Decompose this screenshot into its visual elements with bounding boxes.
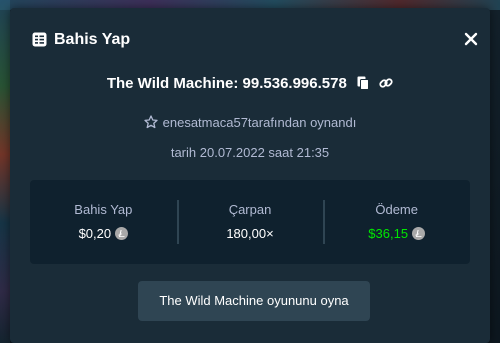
bet-value-row: $0,20: [30, 226, 177, 242]
game-title-row: The Wild Machine: 99.536.996.578: [10, 74, 490, 96]
multiplier-label: Çarpan: [228, 202, 272, 217]
stat-multiplier: Çarpan 180,00×: [176, 180, 324, 264]
link-icon[interactable]: [379, 76, 393, 96]
multiplier-value: 180,00×: [226, 226, 274, 241]
bet-slip-icon: [32, 32, 47, 47]
modal-header: Bahis Yap: [10, 8, 490, 72]
play-game-button[interactable]: The Wild Machine oyununu oyna: [138, 281, 370, 321]
player-username[interactable]: enesatmaca57: [163, 115, 248, 130]
bet-amount: $0,20: [78, 226, 112, 241]
player-row: enesatmaca57tarafından oynandı: [10, 114, 490, 134]
bet-stats-panel: Bahis Yap $0,20 Çarpan 180,00× Ödeme $36…: [30, 180, 470, 264]
payout-value-row: $36,15: [323, 226, 470, 242]
player-suffix: tarafından oynandı: [247, 115, 357, 130]
bet-details-modal: Bahis Yap The Wild Machine: 99.536.996.5…: [10, 8, 490, 343]
payout-label: Ödeme: [375, 202, 418, 217]
payout-amount: $36,15: [368, 226, 409, 241]
game-name-and-bet-id: The Wild Machine: 99.536.996.578: [106, 75, 347, 92]
bet-date: tarih 20.07.2022 saat 21:35: [170, 145, 330, 160]
star-icon: [143, 115, 158, 134]
modal-title: Bahis Yap: [54, 31, 131, 48]
background-game-thumbnails-left: [0, 0, 10, 343]
close-icon[interactable]: [464, 32, 478, 46]
bet-label: Bahis Yap: [74, 202, 133, 217]
litecoin-icon: [412, 227, 426, 240]
litecoin-icon: [115, 227, 129, 240]
copy-icon[interactable]: [357, 76, 369, 96]
stat-bet: Bahis Yap $0,20: [30, 180, 177, 264]
stat-payout: Ödeme $36,15: [323, 180, 470, 264]
